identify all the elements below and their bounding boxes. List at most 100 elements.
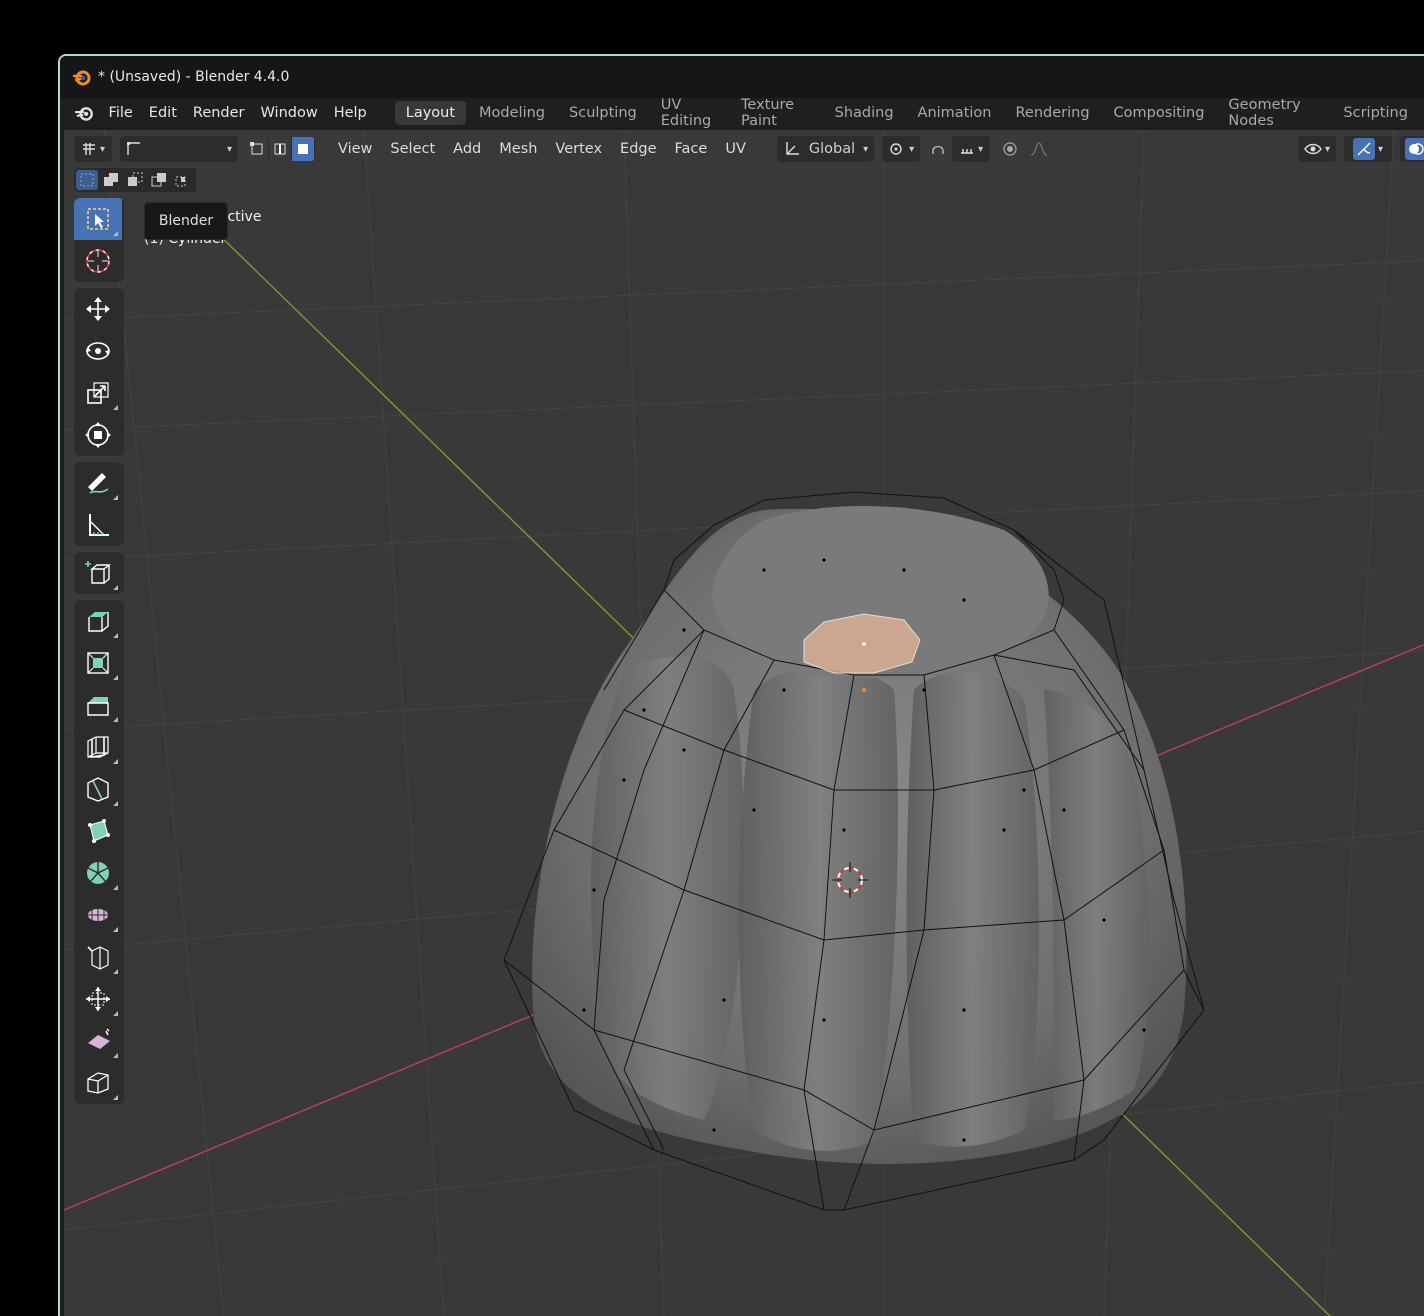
orientation-axes-icon <box>786 142 799 155</box>
overlay-dropdown[interactable]: ▾ <box>1400 136 1424 162</box>
tab-geometry-nodes[interactable]: Geometry Nodes <box>1217 93 1330 133</box>
tool-measure[interactable] <box>74 504 122 546</box>
select-new-icon <box>80 173 94 187</box>
pivot-icon <box>890 143 902 155</box>
tab-compositing[interactable]: Compositing <box>1103 101 1216 125</box>
3d-viewport[interactable]: ▾ ▾ View Select Add Mesh Vertex Edge Fac… <box>64 130 1424 1316</box>
menu-edit[interactable]: Edit <box>141 105 185 121</box>
tab-sculpting[interactable]: Sculpting <box>558 101 648 125</box>
annotate-icon <box>88 473 109 494</box>
select-invert-button[interactable] <box>148 170 170 190</box>
snap-increment-icon <box>961 149 974 154</box>
menu-add[interactable]: Add <box>444 141 490 157</box>
menu-view[interactable]: View <box>329 141 381 157</box>
tool-scale[interactable] <box>74 372 122 414</box>
overlay-toggle[interactable] <box>1404 138 1424 160</box>
tab-uv-editing[interactable]: UV Editing <box>650 93 728 133</box>
rip-icon <box>87 1072 109 1094</box>
menu-help[interactable]: Help <box>326 105 375 121</box>
tooltip: Blender <box>144 202 228 240</box>
bevel-icon <box>87 697 109 716</box>
tool-rip[interactable] <box>74 1062 122 1104</box>
tool-spin[interactable] <box>74 852 122 894</box>
pivot-point-dropdown[interactable]: ▾ <box>882 136 921 162</box>
select-new-button[interactable] <box>76 170 98 190</box>
viewport-header-right: ▾ ▾ ▾ <box>1298 134 1424 164</box>
editor-type-button[interactable]: ▾ <box>74 136 112 162</box>
face-select-button[interactable] <box>292 137 315 161</box>
poly-build-icon <box>88 819 110 843</box>
tool-add-cube[interactable] <box>74 552 122 594</box>
tool-bevel[interactable] <box>74 684 122 726</box>
tool-shelf <box>74 198 124 1110</box>
mode-selector[interactable]: ▾ <box>120 136 238 162</box>
tool-move[interactable] <box>74 288 122 330</box>
tool-annotate[interactable] <box>74 462 122 504</box>
menu-edge[interactable]: Edge <box>611 141 666 157</box>
blender-menu-icon[interactable] <box>74 103 95 123</box>
tool-rotate[interactable] <box>74 330 122 372</box>
visibility-dropdown[interactable]: ▾ <box>1298 136 1336 162</box>
select-invert-icon <box>151 173 166 187</box>
tool-cursor[interactable] <box>74 240 122 282</box>
tool-knife[interactable] <box>74 768 122 810</box>
move-icon <box>86 297 110 321</box>
tool-group-transform <box>74 288 124 456</box>
transform-orientation-dropdown[interactable]: Global ▾ <box>776 136 875 162</box>
tab-layout[interactable]: Layout <box>394 101 467 125</box>
add-cube-icon <box>85 561 111 584</box>
gizmo-dropdown[interactable]: ▾ <box>1344 136 1392 162</box>
tool-smooth[interactable] <box>74 894 122 936</box>
tab-scripting[interactable]: Scripting <box>1332 101 1418 125</box>
tool-group-select <box>74 198 124 282</box>
menu-window[interactable]: Window <box>253 105 326 121</box>
vertex-select-button[interactable] <box>246 137 269 161</box>
mesh-cylinder <box>503 491 1205 1211</box>
tool-shear[interactable] <box>74 1020 122 1062</box>
shear-icon <box>88 1028 110 1049</box>
select-mode-toggle <box>246 137 315 161</box>
menu-file[interactable]: File <box>101 105 141 121</box>
select-extend-button[interactable] <box>100 170 122 190</box>
tool-loop-cut[interactable] <box>74 726 122 768</box>
main-menu: File Edit Render Window Help <box>101 105 375 121</box>
menu-uv[interactable]: UV <box>716 141 755 157</box>
proportional-edit-toggle[interactable] <box>998 136 1023 162</box>
tab-shading[interactable]: Shading <box>824 101 905 125</box>
tab-animation[interactable]: Animation <box>907 101 1003 125</box>
menu-mesh[interactable]: Mesh <box>490 141 546 157</box>
edge-slide-icon <box>87 946 109 970</box>
tab-rendering[interactable]: Rendering <box>1004 101 1100 125</box>
tool-poly-build[interactable] <box>74 810 122 852</box>
menu-vertex[interactable]: Vertex <box>546 141 611 157</box>
select-intersect-button[interactable] <box>172 170 194 190</box>
tool-extrude[interactable] <box>74 600 122 642</box>
menu-select[interactable]: Select <box>381 141 444 157</box>
viewport-menu: View Select Add Mesh Vertex Edge Face UV <box>329 141 755 157</box>
tool-select-box[interactable] <box>74 198 122 240</box>
measure-icon <box>89 514 109 536</box>
cursor-icon <box>86 249 110 273</box>
tool-group-add <box>74 552 124 594</box>
tab-texture-paint[interactable]: Texture Paint <box>730 93 822 133</box>
menu-render[interactable]: Render <box>185 105 253 121</box>
select-extend-icon <box>104 173 118 186</box>
gizmo-toggle[interactable] <box>1352 138 1375 160</box>
tool-edge-slide[interactable] <box>74 936 122 978</box>
select-subtract-icon <box>128 172 143 186</box>
scale-icon <box>87 382 109 404</box>
snap-target-dropdown[interactable]: ▾ <box>952 136 991 162</box>
viewport-scene[interactable] <box>64 130 1424 1316</box>
eye-icon <box>1304 143 1322 155</box>
select-subtract-button[interactable] <box>124 170 146 190</box>
tool-inset[interactable] <box>74 642 122 684</box>
falloff-dropdown[interactable] <box>1024 136 1054 162</box>
tool-transform[interactable] <box>74 414 122 456</box>
snap-toggle[interactable] <box>926 136 951 162</box>
orientation-label: Global <box>808 141 856 157</box>
edge-select-button[interactable] <box>269 137 292 161</box>
select-intersect-icon <box>175 176 186 187</box>
tab-modeling[interactable]: Modeling <box>468 101 556 125</box>
tool-shrink-fatten[interactable] <box>74 978 122 1020</box>
menu-face[interactable]: Face <box>666 141 717 157</box>
